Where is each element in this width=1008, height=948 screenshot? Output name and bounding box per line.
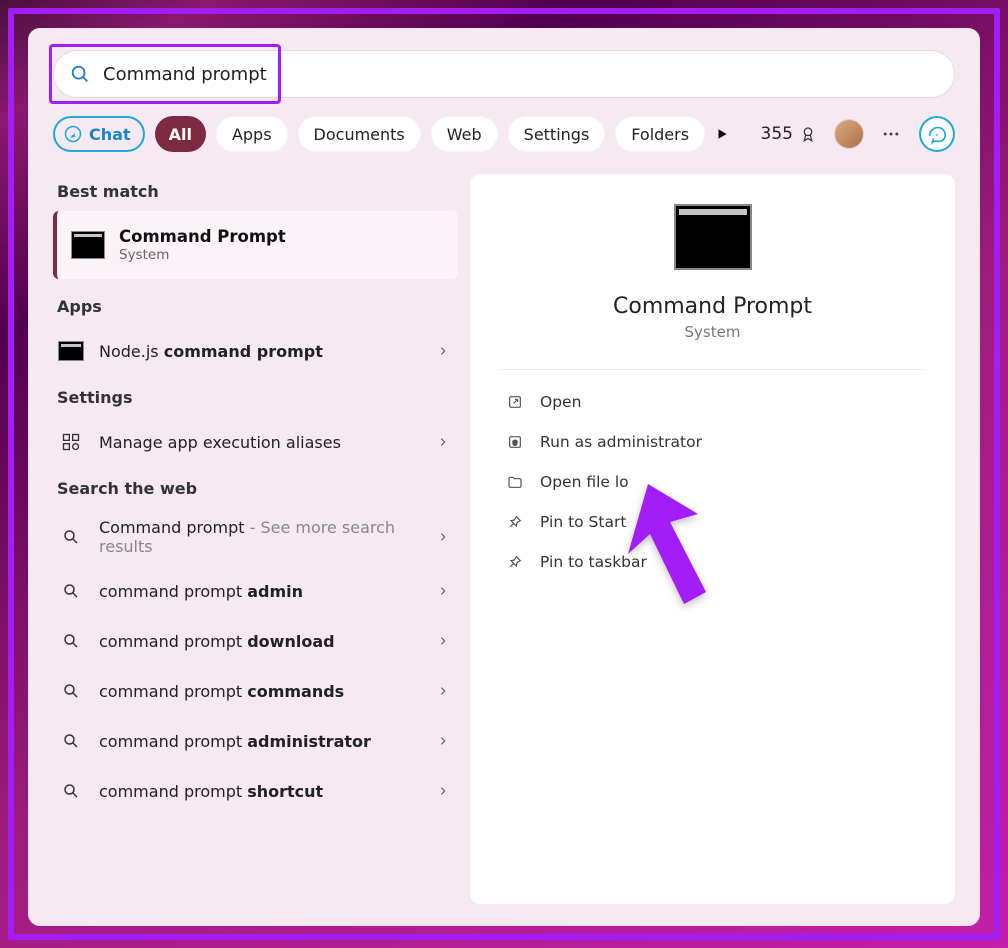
setting-result-aliases[interactable]: Manage app execution aliases: [53, 417, 458, 467]
results-column: Best match Command Prompt System Apps No…: [53, 174, 458, 904]
settings-app-icon: [57, 432, 85, 452]
chevron-right-icon: [438, 734, 448, 748]
folder-icon: [506, 474, 524, 490]
best-match-title: Command Prompt: [119, 227, 286, 246]
search-icon: [57, 582, 85, 600]
search-window: Command prompt Chat All Apps Documents W…: [28, 28, 980, 926]
web-result-3[interactable]: command prompt commands: [53, 666, 458, 716]
chevron-right-icon: [438, 584, 448, 598]
action-open-location[interactable]: Open file lo: [500, 462, 925, 502]
search-icon: [57, 732, 85, 750]
search-icon: [57, 632, 85, 650]
filter-row: Chat All Apps Documents Web Settings Fol…: [53, 116, 955, 152]
chevron-right-icon: [438, 684, 448, 698]
web-result-5[interactable]: command prompt shortcut: [53, 766, 458, 816]
apps-label: Apps: [57, 297, 458, 316]
header-right: 355: [761, 116, 955, 152]
chevron-right-icon: [438, 634, 448, 648]
pin-icon: [506, 514, 524, 530]
filter-apps[interactable]: Apps: [216, 116, 288, 152]
action-run-admin[interactable]: Run as administrator: [500, 422, 925, 462]
filter-documents[interactable]: Documents: [298, 116, 421, 152]
shield-icon: [506, 434, 524, 450]
web-result-0[interactable]: Command prompt - See more search results: [53, 508, 458, 566]
web-label: Search the web: [57, 479, 458, 498]
chevron-right-icon: [438, 435, 448, 449]
filter-web[interactable]: Web: [431, 116, 498, 152]
action-pin-taskbar[interactable]: Pin to taskbar: [500, 542, 925, 582]
rewards-points[interactable]: 355: [761, 124, 817, 144]
search-bar-row: Command prompt: [53, 50, 955, 98]
action-open[interactable]: Open: [500, 382, 925, 422]
command-prompt-icon: [71, 231, 105, 259]
content-area: Best match Command Prompt System Apps No…: [53, 174, 955, 904]
best-match-label: Best match: [57, 182, 458, 201]
search-icon: [57, 782, 85, 800]
command-prompt-icon: [57, 341, 85, 361]
medal-icon: [799, 125, 817, 143]
chevron-right-icon: [438, 530, 448, 544]
preview-panel: Command Prompt System Open Run as admini…: [470, 174, 955, 904]
filter-settings[interactable]: Settings: [508, 116, 606, 152]
best-match-result[interactable]: Command Prompt System: [53, 211, 458, 279]
chevron-right-icon: [438, 784, 448, 798]
search-icon: [57, 528, 85, 546]
bing-button[interactable]: [919, 116, 955, 152]
web-result-2[interactable]: command prompt download: [53, 616, 458, 666]
preview-subtitle: System: [685, 323, 741, 341]
command-prompt-icon: [674, 204, 752, 270]
points-value: 355: [761, 124, 793, 144]
user-avatar[interactable]: [835, 120, 863, 148]
preview-title: Command Prompt: [613, 294, 812, 319]
chevron-right-icon: [438, 344, 448, 358]
app-result-nodejs[interactable]: Node.js command prompt: [53, 326, 458, 376]
action-pin-start[interactable]: Pin to Start: [500, 502, 925, 542]
chat-tab[interactable]: Chat: [53, 116, 145, 152]
more-filters-icon[interactable]: [715, 127, 729, 141]
search-query-text: Command prompt: [103, 64, 955, 85]
pin-icon: [506, 554, 524, 570]
search-icon: [69, 63, 91, 85]
settings-label: Settings: [57, 388, 458, 407]
web-result-4[interactable]: command prompt administrator: [53, 716, 458, 766]
more-options-icon[interactable]: [881, 124, 901, 144]
best-match-subtitle: System: [119, 247, 286, 263]
open-icon: [506, 394, 524, 410]
search-input[interactable]: Command prompt: [53, 50, 955, 98]
chat-label: Chat: [89, 125, 131, 144]
bing-chat-icon: [63, 124, 83, 144]
filter-all[interactable]: All: [155, 116, 206, 152]
web-result-1[interactable]: command prompt admin: [53, 566, 458, 616]
search-icon: [57, 682, 85, 700]
divider: [500, 369, 925, 370]
filter-folders[interactable]: Folders: [615, 116, 705, 152]
